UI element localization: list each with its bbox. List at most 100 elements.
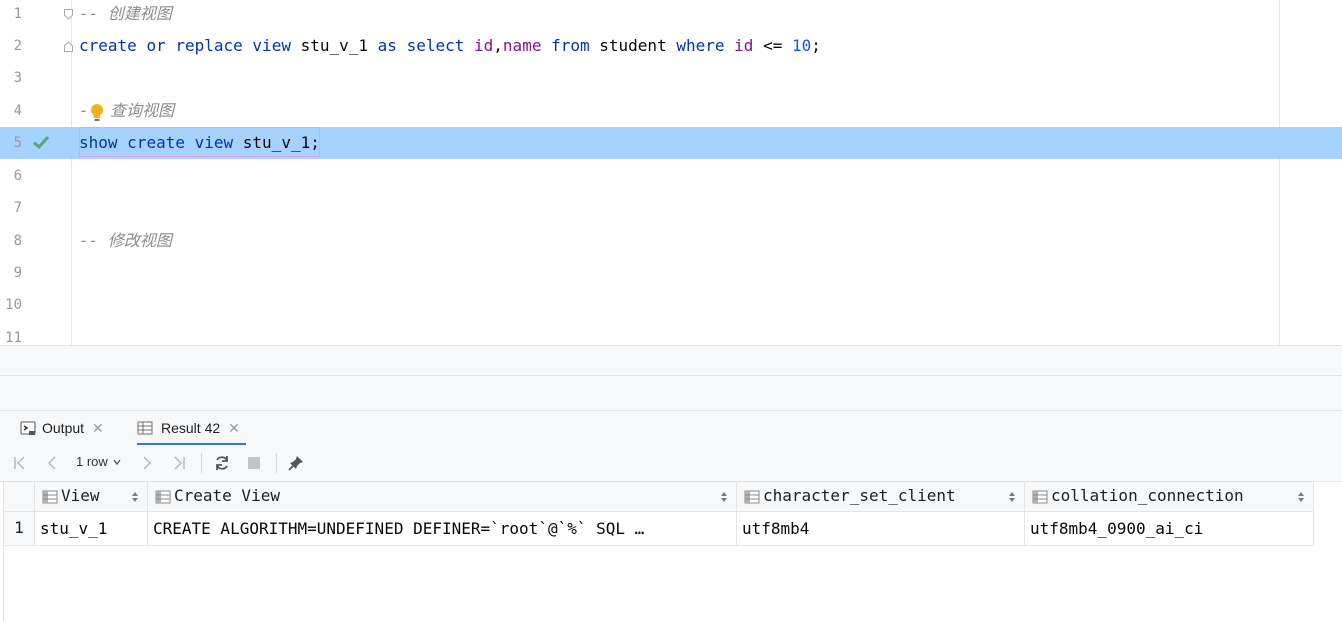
editor-line[interactable]: 8 -- 修改视图 — [0, 227, 1342, 259]
kw-view: view — [252, 36, 291, 55]
console-icon — [20, 421, 36, 435]
next-page-icon[interactable] — [138, 454, 156, 472]
row-number-header — [4, 482, 35, 512]
column-header-label: character_set_client — [763, 486, 956, 505]
sort-icon[interactable] — [1297, 491, 1305, 503]
comment-dash: - — [79, 101, 89, 120]
splitter-line — [0, 375, 1342, 376]
editor-line-selected[interactable]: 5 show create view stu_v_1; — [0, 127, 1342, 159]
toolbar-separator — [201, 453, 202, 473]
line-number: 7 — [13, 200, 22, 216]
first-page-icon[interactable] — [11, 454, 29, 472]
operator: <= — [763, 36, 783, 55]
last-page-icon[interactable] — [170, 454, 188, 472]
intention-bulb-icon[interactable] — [89, 102, 105, 124]
semicolon: ; — [310, 133, 320, 152]
pin-icon[interactable] — [287, 454, 305, 472]
editor-line[interactable]: 10 — [0, 291, 1342, 323]
page-size-selector[interactable]: 1 row — [76, 454, 122, 469]
kw-as: as — [377, 36, 397, 55]
result-grid: View Create View character_set_client co… — [0, 482, 1342, 621]
fold-end-icon[interactable] — [64, 41, 73, 52]
refresh-icon[interactable] — [213, 454, 231, 472]
line-number: 5 — [13, 135, 22, 151]
column-header-collation-connection[interactable]: collation_connection — [1025, 482, 1314, 512]
column-icon — [1032, 490, 1048, 504]
kw-view: view — [194, 133, 234, 152]
result-toolbar: 1 row — [0, 445, 1342, 482]
editor-line[interactable]: 11 — [0, 324, 1342, 345]
stop-icon[interactable] — [245, 454, 263, 472]
row-number[interactable]: 1 — [4, 512, 35, 546]
sort-icon[interactable] — [1008, 491, 1016, 503]
close-icon[interactable]: ✕ — [228, 420, 240, 437]
prev-page-icon[interactable] — [43, 454, 61, 472]
table-cell[interactable]: utf8mb4_0900_ai_ci — [1025, 512, 1314, 546]
column-header-label: View — [61, 486, 100, 505]
view-name: stu_v_1 — [300, 36, 369, 55]
condition-column: id — [734, 36, 754, 55]
line-number: 8 — [13, 233, 22, 249]
editor-line[interactable]: 3 — [0, 64, 1342, 96]
table-cell[interactable]: CREATE ALGORITHM=UNDEFINED DEFINER=`root… — [148, 512, 737, 546]
table-name: student — [599, 36, 667, 55]
fold-start-icon[interactable] — [64, 9, 73, 20]
kw-create: create — [79, 36, 137, 55]
editor-line[interactable]: 7 — [0, 194, 1342, 226]
column-icon — [155, 490, 171, 504]
kw-show: show — [79, 133, 118, 152]
services-tab-bar: Output ✕ Result 42 ✕ — [0, 410, 1342, 446]
kw-or: or — [146, 36, 166, 55]
editor-line[interactable]: 6 — [0, 162, 1342, 194]
line-number: 2 — [13, 38, 22, 54]
table-cell[interactable]: stu_v_1 — [35, 512, 148, 546]
line-number: 4 — [13, 103, 22, 119]
column-icon — [42, 490, 58, 504]
toolbar-separator — [276, 453, 277, 473]
semicolon: ; — [811, 36, 821, 55]
number-literal: 10 — [791, 36, 812, 55]
column-icon — [744, 490, 760, 504]
kw-create: create — [127, 133, 185, 152]
tab-result[interactable]: Result 42 ✕ — [137, 411, 246, 446]
line-number: 11 — [5, 330, 22, 345]
column-header-create-view[interactable]: Create View — [148, 482, 737, 512]
view-name: stu_v_1 — [242, 133, 311, 152]
line-number: 3 — [13, 70, 22, 86]
line-number: 9 — [13, 265, 22, 281]
line-number: 1 — [13, 6, 22, 22]
tab-result-label: Result 42 — [161, 420, 221, 436]
line-number: 10 — [5, 297, 22, 313]
editor-line[interactable]: 2 create or replace view stu_v_1 as sele… — [0, 32, 1342, 64]
sort-icon[interactable] — [720, 491, 728, 503]
column-header-label: collation_connection — [1051, 486, 1244, 505]
show-create-view-statement: show create view stu_v_1; — [79, 129, 320, 157]
kw-select: select — [406, 36, 465, 55]
column-name: name — [502, 36, 542, 55]
tab-output-label: Output — [42, 420, 85, 436]
line-number: 6 — [13, 168, 22, 184]
comment-query-view: 查询视图 — [110, 101, 175, 120]
rows-count-label: 1 row — [76, 454, 108, 469]
editor-line[interactable]: 4 - 查询视图 — [0, 97, 1342, 129]
comment-alter-view: -- 修改视图 — [79, 231, 172, 250]
sql-editor[interactable]: 1 -- 创建视图 2 create or replace view stu_v… — [0, 0, 1342, 345]
panel-splitter[interactable] — [0, 345, 1342, 411]
editor-line[interactable]: 9 — [0, 259, 1342, 291]
editor-line[interactable]: 1 -- 创建视图 — [0, 0, 1342, 32]
sort-icon[interactable] — [131, 491, 139, 503]
create-view-statement: create or replace view stu_v_1 as select… — [79, 32, 821, 60]
column-header-label: Create View — [174, 486, 280, 505]
column-id: id — [474, 36, 494, 55]
column-header-character-set-client[interactable]: character_set_client — [737, 482, 1025, 512]
close-icon[interactable]: ✕ — [92, 420, 104, 437]
column-header-view[interactable]: View — [35, 482, 148, 512]
table-icon — [137, 421, 153, 435]
chevron-down-icon — [113, 459, 121, 465]
kw-replace: replace — [175, 36, 243, 55]
comment-create-view: -- 创建视图 — [79, 4, 172, 23]
table-cell[interactable]: utf8mb4 — [737, 512, 1025, 546]
tab-output[interactable]: Output ✕ — [20, 411, 104, 445]
kw-from: from — [551, 36, 590, 55]
comma: , — [493, 36, 503, 55]
